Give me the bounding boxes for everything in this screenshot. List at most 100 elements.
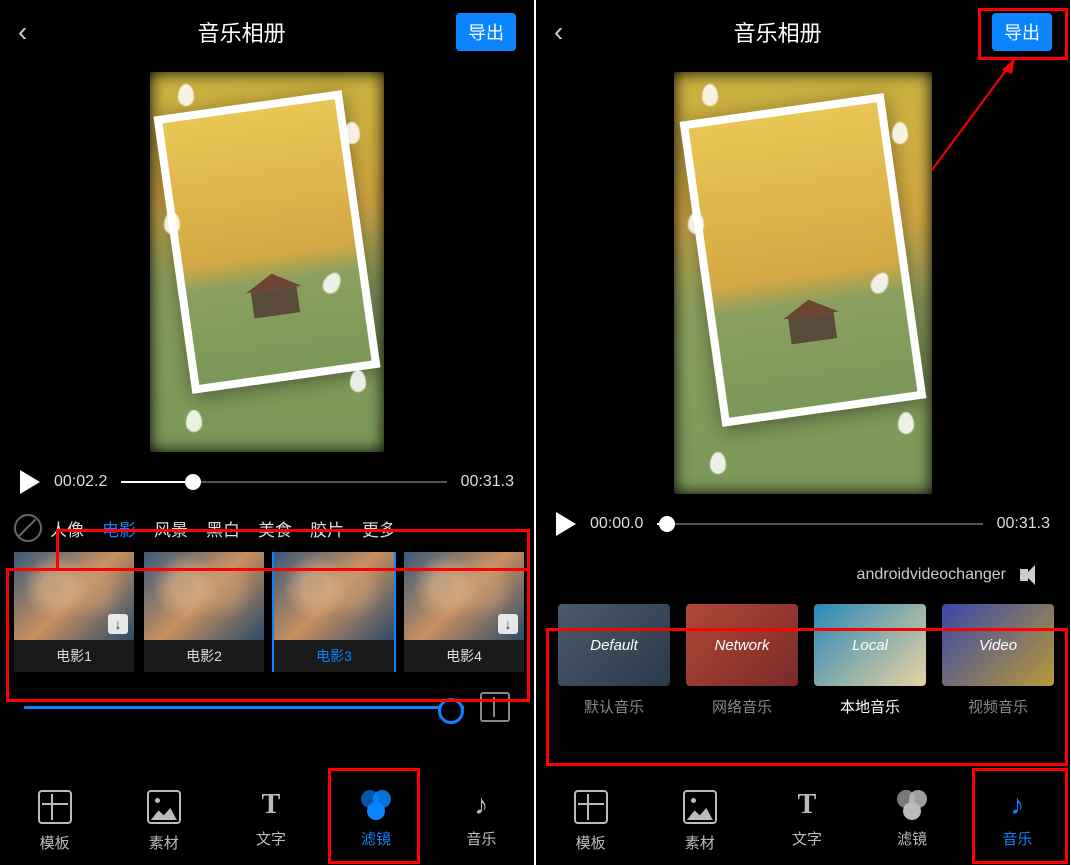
nav-filter[interactable]: 滤镜 (897, 790, 927, 853)
filter-preview-icon (274, 552, 394, 640)
seek-bar[interactable] (121, 481, 446, 483)
filter-icon (897, 790, 927, 820)
phone-left: ‹ 音乐相册 导出 00:02.2 00:31.3 人像电影风景黑白美食胶片更多… (0, 0, 534, 865)
filter-preview-icon (144, 552, 264, 640)
preview-area (536, 64, 1070, 502)
music-thumb-icon: Video (942, 604, 1054, 686)
music-source[interactable]: Network网络音乐 (686, 604, 798, 727)
text-icon: T (256, 790, 286, 820)
music-icon: ♪ (466, 790, 496, 820)
filter-preview-icon (14, 552, 134, 640)
time-total: 00:31.3 (997, 515, 1050, 533)
filter-category[interactable]: 风景 (154, 516, 188, 541)
download-icon (108, 614, 128, 634)
filter-category-row: 人像电影风景黑白美食胶片更多 (0, 504, 534, 552)
material-icon (147, 790, 181, 824)
filter-icon (361, 790, 391, 820)
nav-label: 滤镜 (361, 828, 391, 849)
nav-label: 音乐 (466, 828, 496, 849)
filter-category[interactable]: 美食 (258, 516, 292, 541)
header: ‹ 音乐相册 导出 (0, 0, 534, 64)
template-icon (574, 790, 608, 824)
video-preview[interactable] (150, 72, 384, 452)
preview-area (0, 64, 534, 460)
playback-controls: 00:02.2 00:31.3 (0, 460, 534, 504)
back-icon[interactable]: ‹ (554, 16, 563, 48)
nav-material[interactable]: 素材 (683, 790, 717, 853)
music-label: 默认音乐 (558, 686, 670, 727)
play-button[interactable] (556, 512, 576, 536)
filter-label: 电影4 (404, 640, 524, 672)
back-icon[interactable]: ‹ (18, 16, 27, 48)
intensity-thumb[interactable] (438, 698, 464, 724)
music-source[interactable]: Video视频音乐 (942, 604, 1054, 727)
text-icon: T (792, 790, 822, 820)
nav-label: 文字 (256, 828, 286, 849)
phone-right: ‹ 音乐相册 导出 00:00.0 00:31.3 androidvideoch… (536, 0, 1070, 865)
nav-label: 素材 (685, 832, 715, 853)
filter-thumb[interactable]: 电影2 (144, 552, 264, 672)
time-total: 00:31.3 (461, 473, 514, 491)
filter-thumb[interactable]: 电影3 (274, 552, 394, 672)
time-current: 00:00.0 (590, 515, 643, 533)
template-icon (38, 790, 72, 824)
nav-label: 模板 (40, 832, 70, 853)
filter-preview-icon (404, 552, 524, 640)
music-source-thumbnails: Default默认音乐Network网络音乐Local本地音乐Video视频音乐 (536, 592, 1070, 739)
music-label: 视频音乐 (942, 686, 1054, 727)
current-track-row: androidvideochanger (536, 546, 1070, 592)
filter-category[interactable]: 黑白 (206, 516, 240, 541)
filter-thumbnails: 电影1 电影2 电影3 电影4 (0, 552, 534, 672)
nav-text[interactable]: T文字 (792, 790, 822, 853)
filter-label: 电影1 (14, 640, 134, 672)
intensity-slider[interactable] (24, 706, 464, 709)
nav-music[interactable]: ♪ 音乐 (466, 790, 496, 853)
video-preview[interactable] (674, 72, 932, 494)
material-icon (683, 790, 717, 824)
music-label: 网络音乐 (686, 686, 798, 727)
page-title: 音乐相册 (198, 16, 286, 48)
seek-thumb[interactable] (659, 516, 675, 532)
music-source[interactable]: Local本地音乐 (814, 604, 926, 727)
seek-fill (121, 481, 193, 483)
compare-icon[interactable] (480, 692, 510, 722)
filter-thumb[interactable]: 电影1 (14, 552, 134, 672)
no-filter-icon[interactable] (14, 514, 42, 542)
nav-label: 模板 (576, 832, 606, 853)
filter-category[interactable]: 更多 (362, 516, 396, 541)
play-button[interactable] (20, 470, 40, 494)
export-button[interactable]: 导出 (992, 13, 1052, 51)
nav-music[interactable]: ♪音乐 (1002, 790, 1032, 853)
nav-filter[interactable]: 滤镜 (361, 790, 391, 853)
intensity-row (0, 672, 534, 732)
bottom-nav: 模板 素材 T文字滤镜 ♪音乐 (536, 772, 1070, 865)
nav-label: 滤镜 (897, 828, 927, 849)
page-title: 音乐相册 (734, 16, 822, 48)
filter-thumb[interactable]: 电影4 (404, 552, 524, 672)
music-source[interactable]: Default默认音乐 (558, 604, 670, 727)
seek-thumb[interactable] (185, 474, 201, 490)
bottom-nav: 模板 素材 T 文字 滤镜 ♪ 音乐 (0, 772, 534, 865)
nav-template[interactable]: 模板 (574, 790, 608, 853)
playback-controls: 00:00.0 00:31.3 (536, 502, 1070, 546)
filter-category[interactable]: 胶片 (310, 516, 344, 541)
nav-template[interactable]: 模板 (38, 790, 72, 853)
filter-category[interactable]: 电影 (102, 516, 136, 541)
time-current: 00:02.2 (54, 473, 107, 491)
filter-label: 电影2 (144, 640, 264, 672)
music-thumb-icon: Default (558, 604, 670, 686)
seek-bar[interactable] (657, 523, 982, 525)
nav-text[interactable]: T 文字 (256, 790, 286, 853)
volume-icon[interactable] (1020, 564, 1042, 586)
nav-material[interactable]: 素材 (147, 790, 181, 853)
music-icon: ♪ (1002, 790, 1032, 820)
header: ‹ 音乐相册 导出 (536, 0, 1070, 64)
nav-label: 素材 (149, 832, 179, 853)
music-label: 本地音乐 (814, 686, 926, 727)
filter-category[interactable]: 人像 (50, 516, 84, 541)
export-button[interactable]: 导出 (456, 13, 516, 51)
music-thumb-icon: Local (814, 604, 926, 686)
track-name: androidvideochanger (857, 566, 1006, 584)
music-thumb-icon: Network (686, 604, 798, 686)
download-icon (498, 614, 518, 634)
